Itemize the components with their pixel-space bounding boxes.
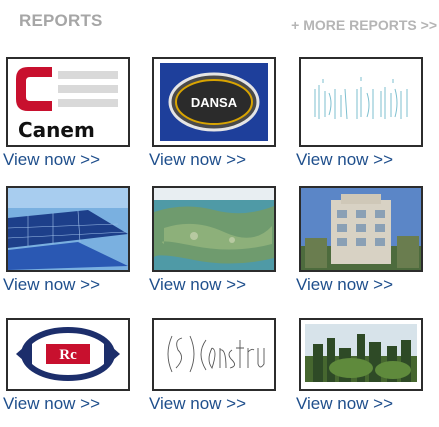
dansa-wordmark: DANSA — [191, 95, 238, 110]
report-card: Canem View now >> — [3, 57, 130, 170]
section-title: REPORTS — [19, 11, 103, 30]
report-card: View now >> — [296, 318, 423, 414]
report-thumbnail[interactable]: DANSA — [152, 57, 276, 147]
report-card: View now >> — [3, 186, 130, 295]
view-now-link[interactable]: View now >> — [149, 394, 276, 414]
canem-wordmark: Canem — [18, 118, 95, 142]
view-now-link[interactable]: View now >> — [296, 150, 423, 170]
report-thumbnail[interactable] — [6, 186, 130, 272]
view-now-link[interactable]: View now >> — [3, 150, 130, 170]
report-card: DANSA View now >> — [149, 57, 276, 170]
report-thumbnail[interactable] — [152, 186, 276, 272]
view-now-link[interactable]: View now >> — [149, 275, 276, 295]
rcs-logo: Rc — [8, 320, 128, 389]
reports-header: REPORTS + MORE REPORTS >> — [0, 0, 439, 40]
view-now-link[interactable]: View now >> — [296, 275, 423, 295]
view-now-link[interactable]: View now >> — [296, 394, 423, 414]
building-photo — [301, 188, 421, 270]
aerial-landscape-photo — [154, 188, 274, 270]
rcs-wordmark: Rc — [59, 347, 77, 363]
report-thumbnail[interactable] — [299, 57, 423, 147]
report-thumbnail[interactable]: Canem — [6, 57, 130, 147]
report-card: View now >> — [149, 318, 276, 414]
view-now-link[interactable]: View now >> — [3, 394, 130, 414]
dansa-logo: DANSA — [154, 59, 274, 145]
report-card: View now >> — [296, 186, 423, 295]
csi-construction-logo — [154, 320, 274, 389]
more-reports-link[interactable]: + MORE REPORTS >> — [291, 17, 437, 33]
report-thumbnail[interactable] — [152, 318, 276, 391]
report-thumbnail[interactable] — [299, 318, 423, 391]
report-card: View now >> — [296, 57, 423, 170]
report-card: Rc View now >> — [3, 318, 130, 414]
canem-logo: Canem — [8, 59, 128, 145]
view-now-link[interactable]: View now >> — [149, 150, 276, 170]
report-thumbnail[interactable]: Rc — [6, 318, 130, 391]
skyline-photo — [301, 320, 421, 389]
handwritten-title-logo — [301, 59, 421, 145]
report-thumbnail[interactable] — [299, 186, 423, 272]
solar-panels-photo — [8, 188, 128, 270]
view-now-link[interactable]: View now >> — [3, 275, 130, 295]
report-card: View now >> — [149, 186, 276, 295]
